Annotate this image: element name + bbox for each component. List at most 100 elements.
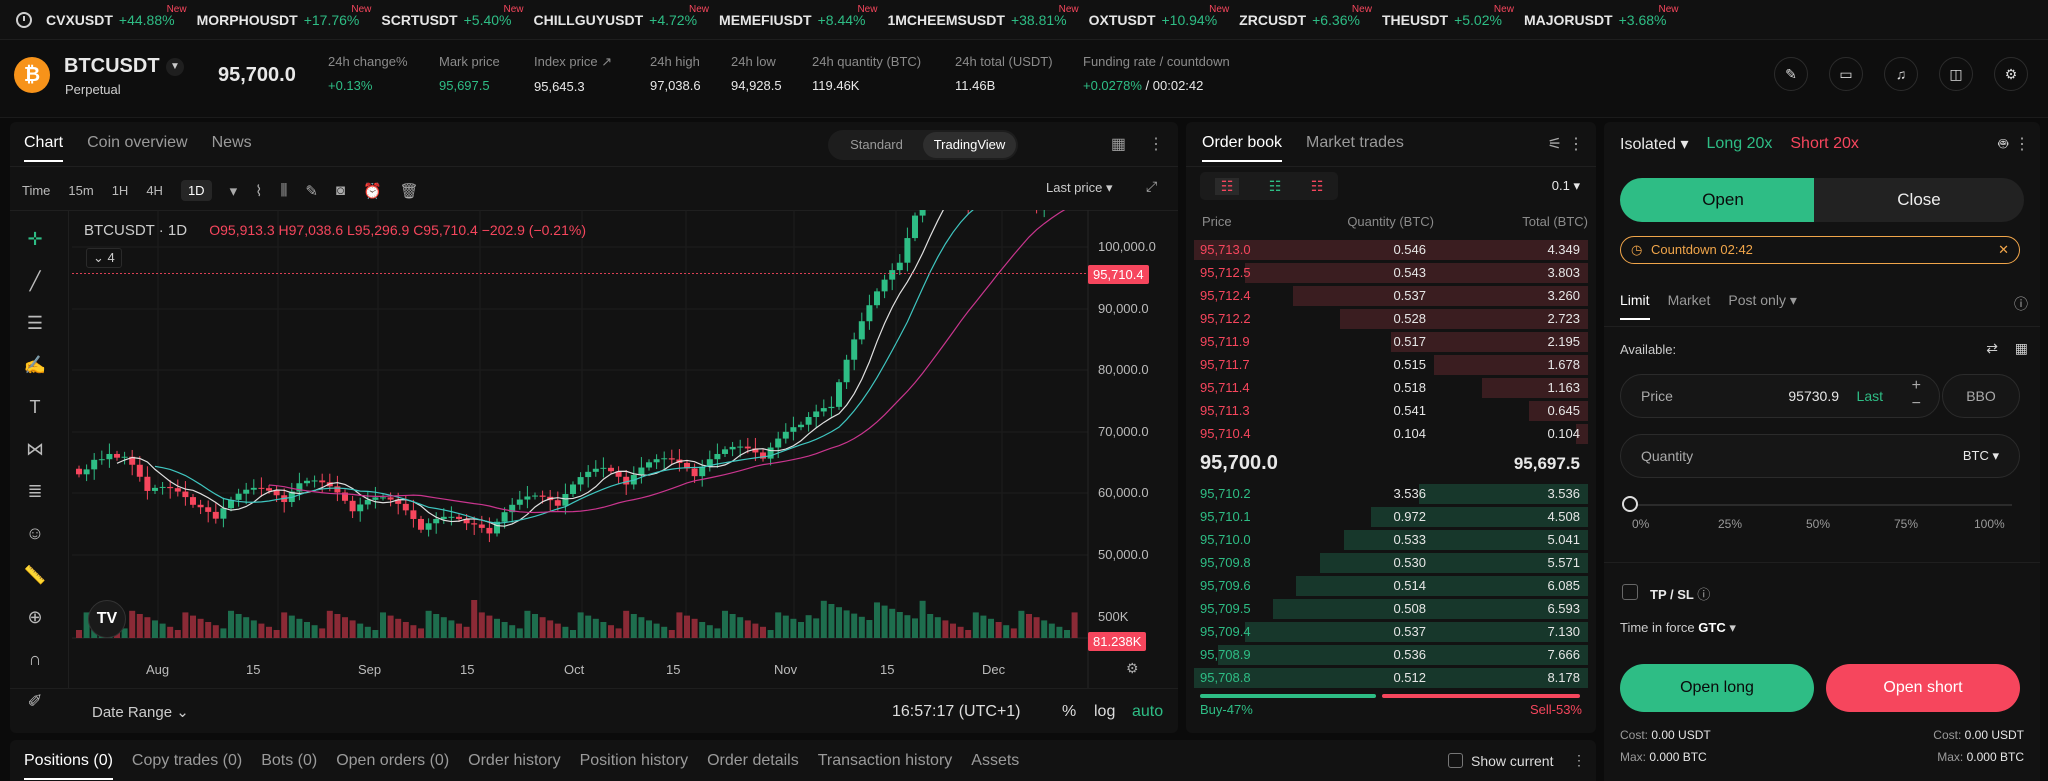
grid-layout-icon[interactable]: ▦ — [1111, 134, 1126, 154]
view-tradingview[interactable]: TradingView — [923, 132, 1016, 158]
notes-icon[interactable]: ✎ — [1774, 57, 1808, 91]
ticker-item[interactable]: CVXUSDT +44.88% New — [46, 4, 187, 28]
short-leverage[interactable]: Short 20x — [1790, 135, 1858, 153]
tab-news[interactable]: News — [212, 134, 252, 162]
chevron-down-icon[interactable]: ▾ — [230, 182, 238, 200]
long-leverage[interactable]: Long 20x — [1707, 135, 1773, 153]
candle-type-icon[interactable]: ⫼ — [280, 182, 287, 199]
tradingview-logo-icon[interactable]: TV — [88, 600, 126, 638]
bell-icon[interactable]: ♫ — [1884, 57, 1918, 91]
view-standard[interactable]: Standard — [830, 132, 923, 158]
decrement-icon[interactable]: − — [1912, 395, 1921, 413]
open-tab-button[interactable]: Open — [1620, 178, 1826, 222]
time-in-force[interactable]: Time in force GTC ▾ — [1620, 620, 1736, 636]
tf-4h[interactable]: 4H — [146, 183, 163, 198]
precision-select[interactable]: 0.1 ▾ — [1552, 178, 1580, 194]
slider-handle[interactable] — [1622, 496, 1638, 512]
tab-chart[interactable]: Chart — [24, 134, 64, 162]
symbol-dropdown-icon[interactable]: ▼ — [166, 58, 184, 76]
quantity-input[interactable]: Quantity BTC ▾ — [1620, 434, 2020, 478]
tab-order-book[interactable]: Order book — [1202, 134, 1283, 162]
external-link-icon[interactable]: ↗ — [601, 54, 612, 69]
tab-limit[interactable]: Limit — [1620, 292, 1650, 320]
date-range-button[interactable]: Date Range ⌄ — [92, 703, 189, 721]
indicator-collapse[interactable]: ⌄ 4 — [86, 248, 122, 268]
fullscreen-icon[interactable]: ⤢ — [1146, 178, 1157, 195]
pct-label[interactable]: 0% — [1632, 517, 1649, 531]
increment-icon[interactable]: + — [1912, 377, 1921, 395]
ticker-item[interactable]: CHILLGUYUSDT +4.72% New — [533, 4, 709, 28]
more-dots-icon[interactable]: ⋮ — [1148, 134, 1164, 154]
camera-icon[interactable]: ◙ — [336, 182, 345, 199]
ask-row[interactable]: 95,711.9 0.517 2.195 — [1186, 331, 1596, 353]
settings-gear-icon[interactable]: ⚙ — [1994, 57, 2028, 91]
tab-order-history[interactable]: Order history — [468, 752, 560, 780]
margin-mode-select[interactable]: Isolated ▾ — [1620, 134, 1689, 154]
ticker-item[interactable]: 1MCHEEMSUSDT +38.81% New — [887, 4, 1078, 28]
more-dots-icon[interactable]: ⋮ — [1572, 752, 1586, 769]
ask-row[interactable]: 95,711.4 0.518 1.163 — [1186, 377, 1596, 399]
pct-label[interactable]: 100% — [1974, 517, 2005, 531]
show-current-checkbox[interactable] — [1448, 753, 1463, 768]
ticker-item[interactable]: MAJORUSDT +3.68% New — [1524, 4, 1679, 28]
ask-row[interactable]: 95,712.5 0.543 3.803 — [1186, 262, 1596, 284]
open-long-button[interactable]: Open long — [1620, 664, 1814, 712]
scale-auto[interactable]: auto — [1132, 703, 1163, 721]
bid-row[interactable]: 95,709.4 0.537 7.130 — [1186, 621, 1596, 643]
asks-only-icon[interactable]: ☷ — [1311, 178, 1324, 195]
pct-label[interactable]: 75% — [1894, 517, 1918, 531]
info-icon[interactable]: ⓘ — [1697, 587, 1710, 602]
tab-positions[interactable]: Positions (0) — [24, 752, 113, 780]
trash-icon[interactable]: 🗑 — [400, 182, 419, 200]
tab-market[interactable]: Market — [1668, 292, 1711, 320]
tab-post-only[interactable]: Post only ▾ — [1728, 292, 1797, 320]
quantity-unit-select[interactable]: BTC ▾ — [1963, 448, 1999, 464]
bid-row[interactable]: 95,708.8 0.512 8.178 — [1186, 667, 1596, 689]
alarm-icon[interactable]: ⏰ — [363, 182, 382, 200]
bid-row[interactable]: 95,710.1 0.972 4.508 — [1186, 506, 1596, 528]
pct-label[interactable]: 25% — [1718, 517, 1742, 531]
scale-percent[interactable]: % — [1062, 703, 1076, 721]
price-mode-select[interactable]: Last price ▾ — [1046, 180, 1113, 196]
info-icon[interactable]: ⓘ — [2014, 294, 2028, 314]
bid-row[interactable]: 95,709.8 0.530 5.571 — [1186, 552, 1596, 574]
ticker-item[interactable]: ZRCUSDT +6.36% New — [1239, 4, 1372, 28]
bbo-button[interactable]: BBO — [1942, 374, 2020, 418]
robot-icon[interactable]: 🤖︎ — [1998, 134, 2008, 156]
indicator-icon[interactable]: ⌇ — [255, 182, 262, 200]
ask-row[interactable]: 95,713.0 0.546 4.349 — [1186, 239, 1596, 261]
filter-icon[interactable]: ⚟ — [1548, 134, 1562, 154]
last-price-link[interactable]: Last — [1857, 388, 1883, 404]
clock-icon[interactable] — [16, 11, 32, 28]
bid-row[interactable]: 95,709.6 0.514 6.085 — [1186, 575, 1596, 597]
tpsl-checkbox[interactable] — [1622, 584, 1638, 600]
quantity-slider[interactable] — [1630, 504, 2012, 506]
ask-row[interactable]: 95,711.7 0.515 1.678 — [1186, 354, 1596, 376]
tf-time[interactable]: Time — [22, 183, 50, 198]
close-tab-button[interactable]: Close — [1814, 178, 2024, 222]
tab-market-trades[interactable]: Market trades — [1306, 134, 1404, 162]
candlestick-chart[interactable] — [10, 210, 1178, 688]
tab-assets[interactable]: Assets — [971, 752, 1019, 780]
tab-copy-trades[interactable]: Copy trades (0) — [132, 752, 242, 780]
bid-row[interactable]: 95,710.2 3.536 3.536 — [1186, 483, 1596, 505]
ask-row[interactable]: 95,712.2 0.528 2.723 — [1186, 308, 1596, 330]
ask-row[interactable]: 95,712.4 0.537 3.260 — [1186, 285, 1596, 307]
tf-1h[interactable]: 1H — [112, 183, 129, 198]
tab-open-orders[interactable]: Open orders (0) — [336, 752, 449, 780]
bid-row[interactable]: 95,709.5 0.508 6.593 — [1186, 598, 1596, 620]
tf-1d[interactable]: 1D — [180, 180, 212, 201]
price-input[interactable]: Price 95730.9 Last + − — [1620, 374, 1940, 418]
ticker-item[interactable]: THEUSDT +5.02% New — [1382, 4, 1514, 28]
book-icon[interactable]: ◫ — [1939, 57, 1973, 91]
pencil-icon[interactable]: ✎ — [305, 182, 318, 200]
ticker-item[interactable]: MORPHOUSDT +17.76% New — [197, 4, 372, 28]
both-sides-icon[interactable]: ☷ — [1214, 177, 1240, 195]
tf-15m[interactable]: 15m — [68, 183, 93, 198]
more-dots-icon[interactable]: ⋮ — [1568, 134, 1584, 154]
tab-transaction-history[interactable]: Transaction history — [818, 752, 953, 780]
tab-coin-overview[interactable]: Coin overview — [87, 134, 187, 162]
open-short-button[interactable]: Open short — [1826, 664, 2020, 712]
pct-label[interactable]: 50% — [1806, 517, 1830, 531]
transfer-icon[interactable]: ⇄ — [1986, 340, 1998, 357]
